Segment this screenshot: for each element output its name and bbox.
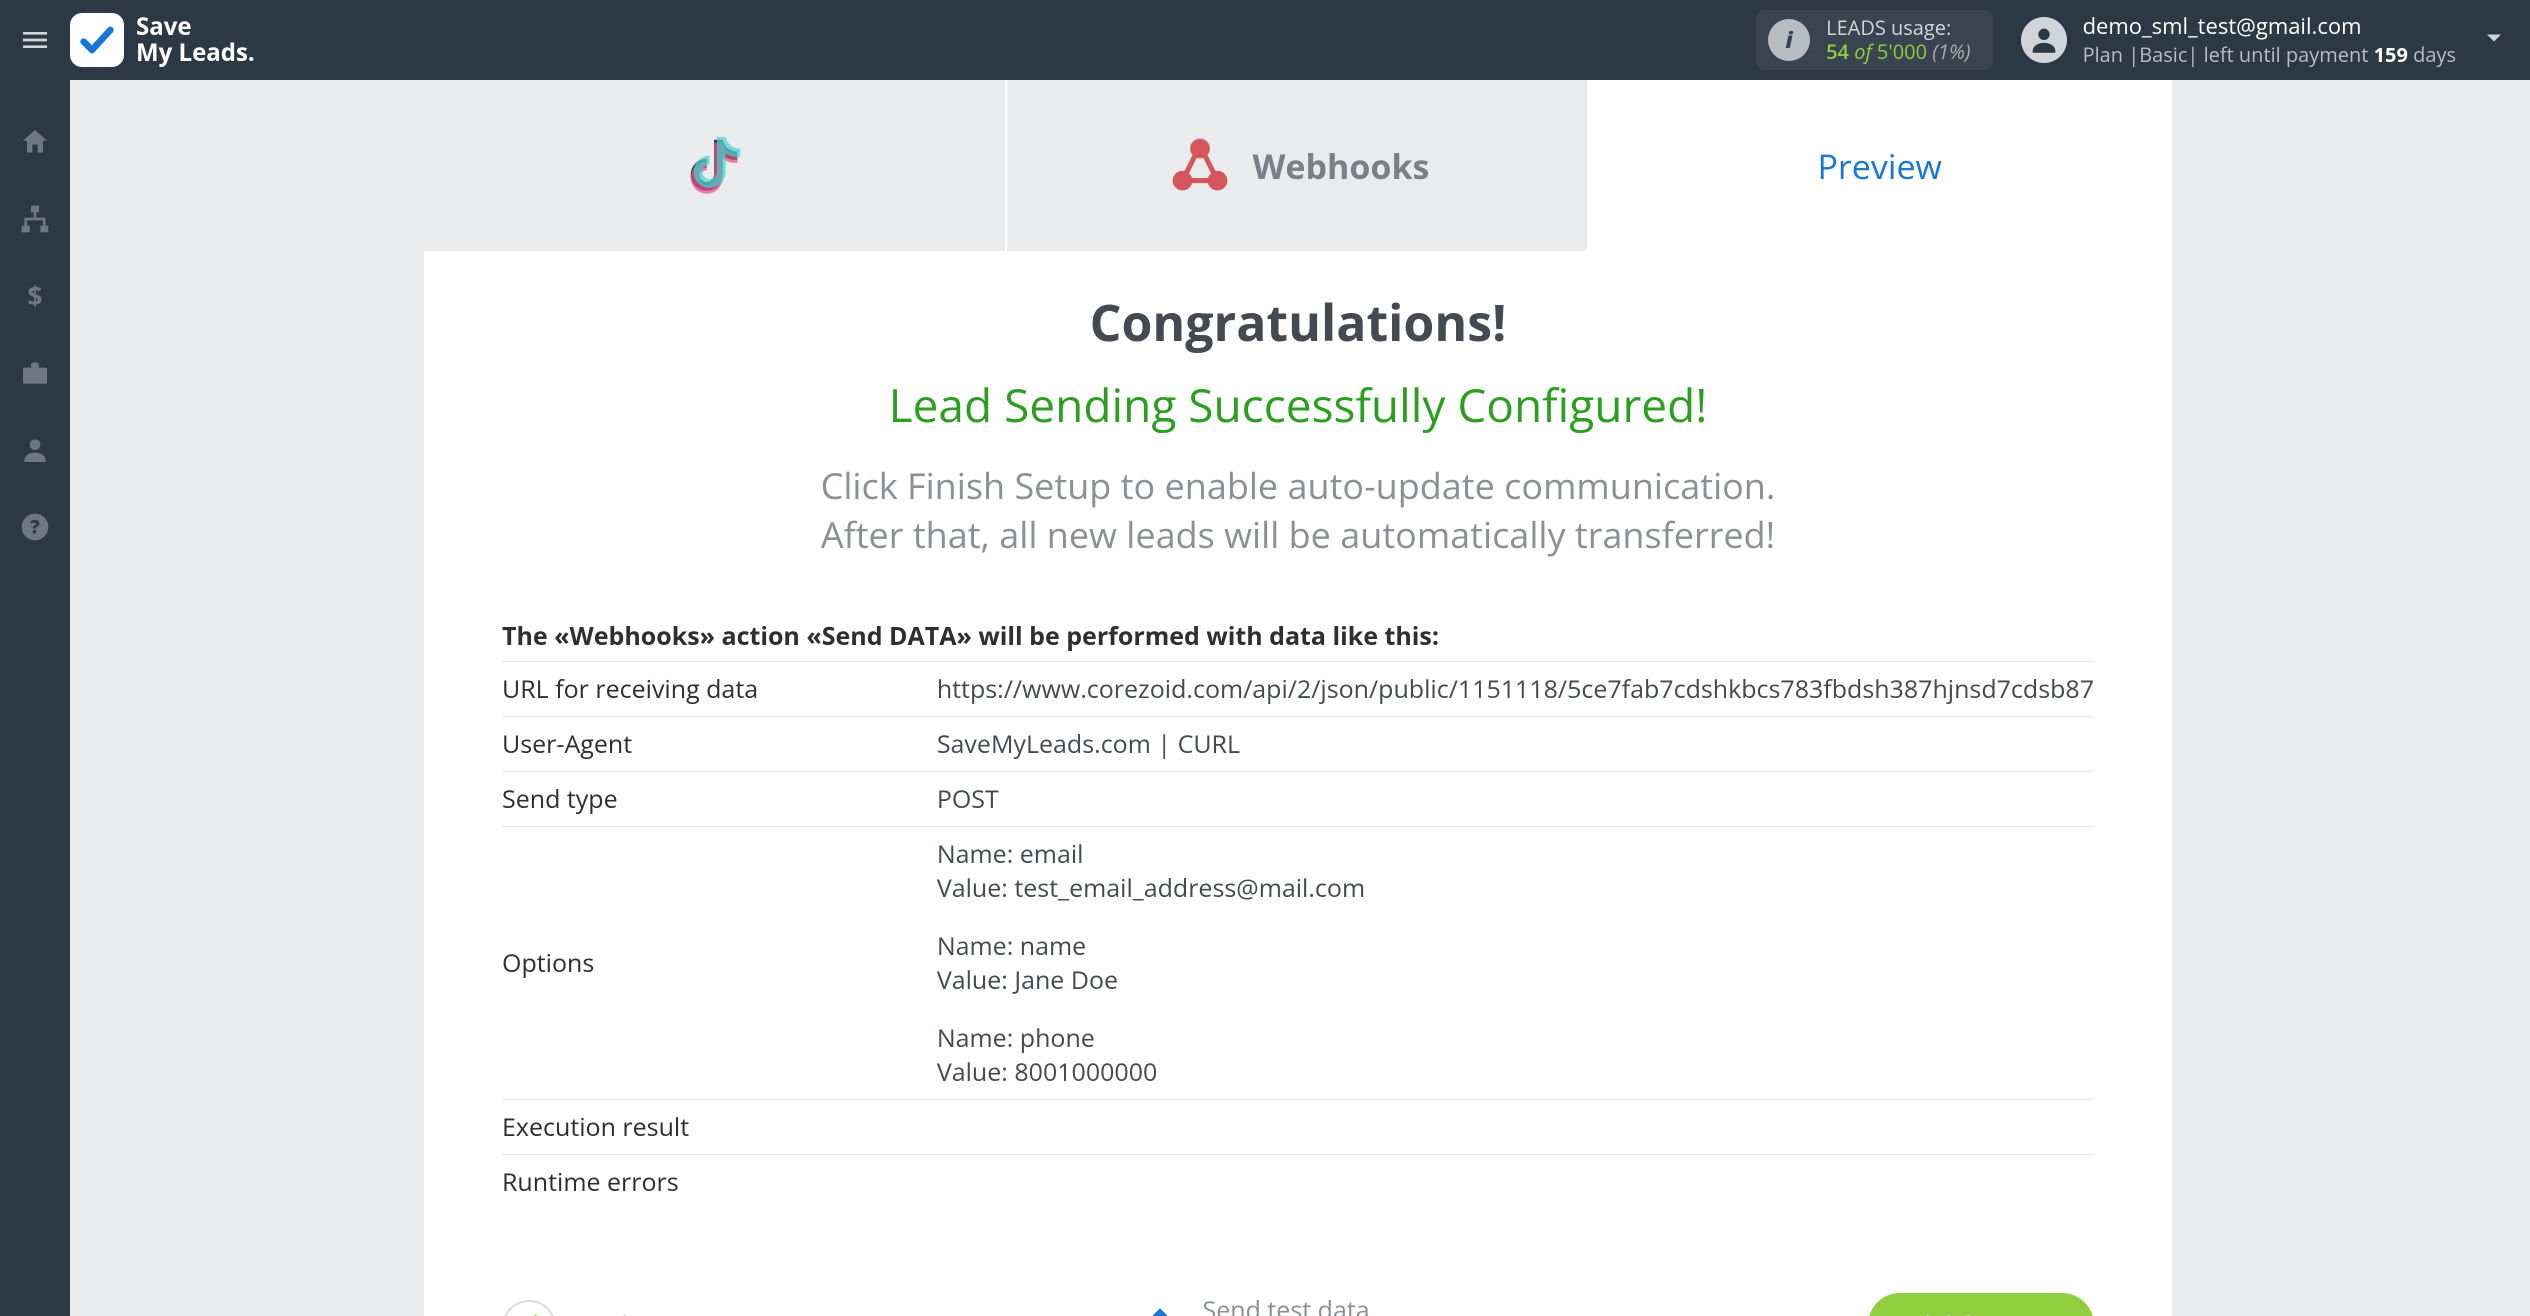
hamburger-icon <box>19 24 51 56</box>
body-area: Congratulations! Lead Sending Successful… <box>424 252 2172 1316</box>
page: Webhooks Preview Congratulations! Lead S… <box>70 80 2530 1316</box>
sidebar: $ ? <box>0 80 70 1316</box>
account-menu[interactable]: demo_sml_test@gmail.com Plan |Basic| lef… <box>2021 12 2456 68</box>
intro-text: The «Webhooks» action «Send DATA» will b… <box>502 619 2094 653</box>
logo-text: Save My Leads. <box>136 14 255 67</box>
sidebar-item-billing[interactable]: $ <box>19 280 51 317</box>
user-icon <box>19 434 51 466</box>
tab-preview-label: Preview <box>1817 143 1941 189</box>
value-runtime-errors <box>937 1155 2094 1210</box>
label-runtime-errors: Runtime errors <box>502 1155 937 1210</box>
footer-row: Back Send test data to Webhooks Finish s… <box>502 1293 2094 1316</box>
tiktok-icon <box>679 131 749 201</box>
value-options: Name: email Value: test_email_address@ma… <box>937 827 2094 1100</box>
congrats-title: Congratulations! <box>502 288 2094 356</box>
chevron-down-icon <box>2480 24 2508 52</box>
sidebar-item-home[interactable] <box>19 126 51 163</box>
row-execution-result: Execution result <box>502 1100 2094 1155</box>
sitemap-icon <box>19 203 51 235</box>
label-execution-result: Execution result <box>502 1100 937 1155</box>
send-test-label: Send test data to Webhooks <box>1203 1295 1370 1316</box>
dollar-icon: $ <box>19 280 51 312</box>
sidebar-item-briefcase[interactable] <box>19 357 51 394</box>
finish-setup-button[interactable]: Finish setup <box>1868 1293 2094 1316</box>
svg-text:?: ? <box>30 515 40 540</box>
label-options: Options <box>502 827 937 1100</box>
content-card: Webhooks Preview Congratulations! Lead S… <box>424 80 2172 1316</box>
hint-text: Click Finish Setup to enable auto-update… <box>502 462 2094 559</box>
value-url: https://www.corezoid.com/api/2/json/publ… <box>937 662 2094 717</box>
pencil-icon-circle <box>502 1300 556 1316</box>
back-button[interactable]: Back <box>502 1300 636 1316</box>
data-table: URL for receiving data https://www.corez… <box>502 661 2094 1209</box>
row-options: Options Name: email Value: test_email_ad… <box>502 827 2094 1100</box>
checkmark-icon <box>77 20 117 60</box>
sidebar-item-connections[interactable] <box>19 203 51 240</box>
usage-text: LEADS usage: 54 of 5'000 (1%) <box>1826 16 1970 64</box>
usage-badge[interactable]: i LEADS usage: 54 of 5'000 (1%) <box>1756 10 1992 70</box>
row-send-type: Send type POST <box>502 772 2094 827</box>
label-url: URL for receiving data <box>502 662 937 717</box>
briefcase-icon <box>19 357 51 389</box>
info-icon: i <box>1768 19 1810 61</box>
tab-webhooks-label: Webhooks <box>1253 143 1430 189</box>
tab-preview[interactable]: Preview <box>1589 80 2172 251</box>
tab-source[interactable] <box>424 80 1007 251</box>
value-execution-result <box>937 1100 2094 1155</box>
avatar-icon <box>2021 17 2067 63</box>
send-test-button[interactable]: Send test data to Webhooks <box>1135 1295 1370 1316</box>
value-user-agent: SaveMyLeads.com | CURL <box>937 717 2094 772</box>
account-text: demo_sml_test@gmail.com Plan |Basic| lef… <box>2083 12 2456 68</box>
row-url: URL for receiving data https://www.corez… <box>502 662 2094 717</box>
logo[interactable]: Save My Leads. <box>70 13 255 67</box>
menu-toggle[interactable] <box>0 0 70 80</box>
topbar: Save My Leads. i LEADS usage: 54 of 5'00… <box>0 0 2530 80</box>
tab-webhooks[interactable]: Webhooks <box>1007 80 1590 251</box>
webhooks-icon <box>1165 131 1235 201</box>
home-icon <box>19 126 51 158</box>
svg-text:$: $ <box>27 280 42 312</box>
label-send-type: Send type <box>502 772 937 827</box>
back-label: Back <box>574 1308 636 1316</box>
help-icon: ? <box>19 511 51 543</box>
row-runtime-errors: Runtime errors <box>502 1155 2094 1210</box>
account-chevron[interactable] <box>2480 24 2508 57</box>
label-user-agent: User-Agent <box>502 717 937 772</box>
sidebar-item-help[interactable]: ? <box>19 511 51 548</box>
success-message: Lead Sending Successfully Configured! <box>502 374 2094 436</box>
logo-mark <box>70 13 124 67</box>
tabs: Webhooks Preview <box>424 80 2172 252</box>
value-send-type: POST <box>937 772 2094 827</box>
sidebar-item-profile[interactable] <box>19 434 51 471</box>
row-user-agent: User-Agent SaveMyLeads.com | CURL <box>502 717 2094 772</box>
upload-icon <box>1135 1302 1185 1316</box>
